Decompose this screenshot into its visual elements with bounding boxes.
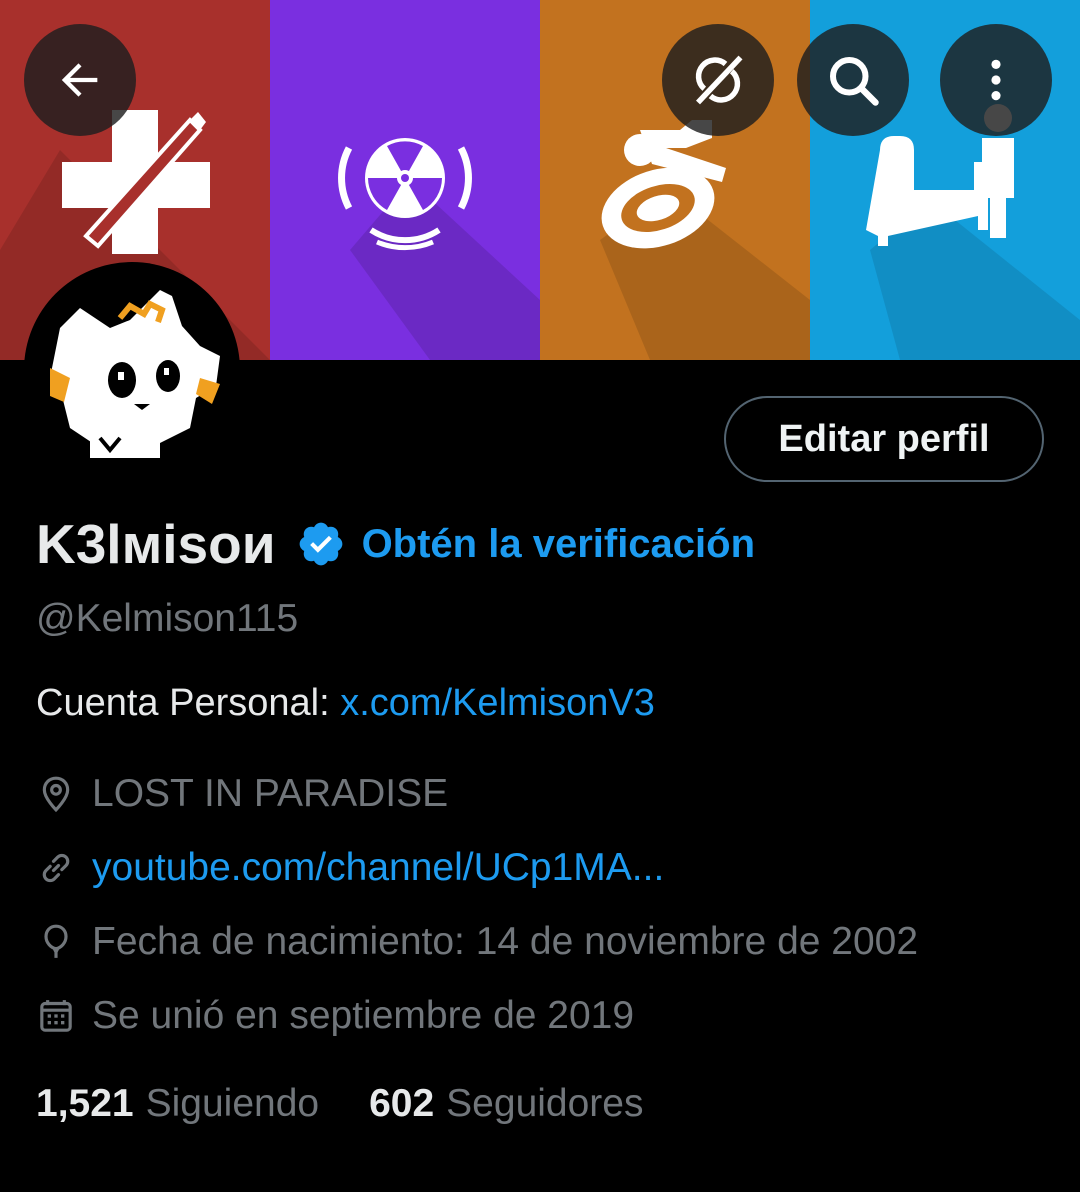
stats-row: 1,521 Siguiendo 602 Seguidores <box>36 1082 643 1126</box>
website-link[interactable]: youtube.com/channel/UCp1MA... <box>92 846 664 890</box>
pixel-cat-avatar-icon <box>30 268 234 472</box>
location-row: LOST IN PARADISE <box>36 772 448 816</box>
name-row: K3lмisои Obtén la verificación <box>36 512 755 576</box>
back-arrow-icon <box>61 63 98 97</box>
followers-count: 602 <box>369 1082 435 1125</box>
grok-icon <box>695 55 743 105</box>
calendar-icon <box>40 1000 72 1032</box>
birth-row: Fecha de nacimiento: 14 de noviembre de … <box>36 920 918 964</box>
avatar[interactable] <box>24 262 240 478</box>
search-button[interactable] <box>797 24 909 136</box>
following-count: 1,521 <box>36 1082 134 1125</box>
radiation-icon <box>338 138 540 360</box>
joined-row: Se unió en septiembre de 2019 <box>36 994 634 1038</box>
avatar-image <box>30 268 234 472</box>
balloon-icon <box>44 924 68 958</box>
bio-text: Cuenta Personal: <box>36 682 341 724</box>
website-row: youtube.com/channel/UCp1MA... <box>36 846 664 890</box>
user-handle: @Kelmison115 <box>36 597 299 640</box>
back-button[interactable] <box>24 24 136 136</box>
joined-text: Se unió en septiembre de 2019 <box>92 994 635 1037</box>
link-icon <box>42 853 70 883</box>
followers-label: Seguidores <box>446 1082 644 1125</box>
followers-stat[interactable]: 602 Seguidores <box>369 1082 643 1126</box>
following-stat[interactable]: 1,521 Siguiendo <box>36 1082 319 1126</box>
banner-panel-purple <box>270 0 540 360</box>
more-vertical-icon <box>991 59 1001 101</box>
get-verified-link[interactable]: Obtén la verificación <box>362 522 755 567</box>
location-text: LOST IN PARADISE <box>92 772 449 815</box>
display-name: K3lмisои <box>36 513 276 575</box>
grok-button[interactable] <box>662 24 774 136</box>
more-options-button[interactable] <box>940 24 1052 136</box>
bio-link[interactable]: x.com/KelmisonV3 <box>340 682 655 724</box>
location-pin-icon <box>42 776 70 813</box>
verified-badge-icon[interactable] <box>296 519 346 569</box>
following-label: Siguiendo <box>145 1082 320 1125</box>
edit-profile-button[interactable]: Editar perfil <box>724 396 1044 482</box>
bio: Cuenta Personal: x.com/KelmisonV3 <box>36 682 655 725</box>
search-icon <box>830 57 879 106</box>
birth-text: Fecha de nacimiento: 14 de noviembre de … <box>92 920 919 963</box>
